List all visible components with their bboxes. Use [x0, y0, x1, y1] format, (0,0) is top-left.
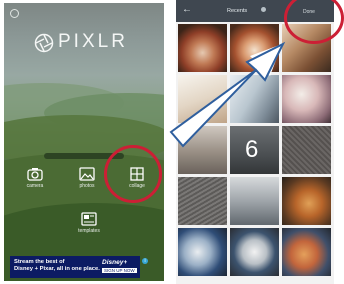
white-outline-arrow-icon [169, 41, 286, 148]
collage-highlight-ring [104, 145, 162, 203]
